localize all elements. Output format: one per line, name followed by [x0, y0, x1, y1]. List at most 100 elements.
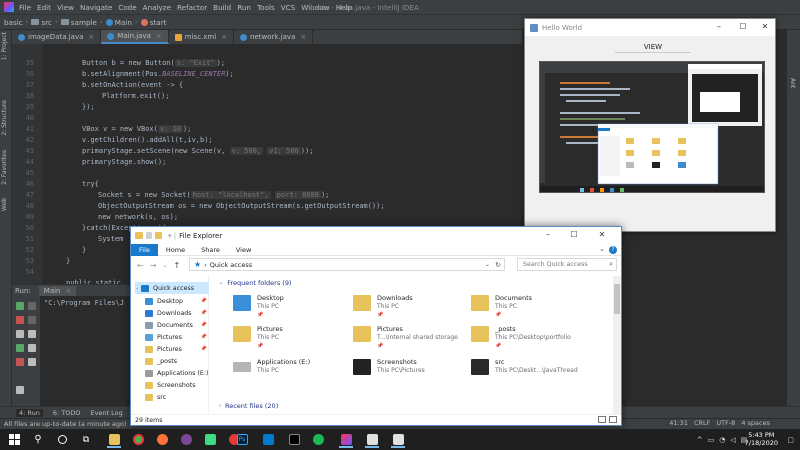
volume-icon[interactable]: ◁: [730, 436, 735, 444]
search-box[interactable]: Search Quick access ⌕: [517, 258, 617, 271]
nav-applications-drive[interactable]: Applications (E:): [135, 367, 209, 379]
menu-edit[interactable]: Edit: [37, 3, 51, 12]
menu-file[interactable]: File: [19, 3, 31, 12]
menu-build[interactable]: Build: [213, 3, 231, 12]
taskbar-terminal[interactable]: [284, 431, 304, 448]
folder-tile-downloads[interactable]: Downloads This PC 📌: [351, 292, 469, 322]
menu-analyze[interactable]: Analyze: [143, 3, 171, 12]
ribbon-expand-icon[interactable]: ⌄: [599, 245, 605, 253]
help-icon[interactable]: ?: [609, 246, 617, 254]
favorites-tool-tab[interactable]: 2: Favorites: [1, 150, 8, 185]
details-view-icon[interactable]: [598, 416, 606, 423]
taskbar-clock[interactable]: 5:43 PM 7/18/2020: [745, 431, 778, 447]
close-icon[interactable]: ×: [156, 32, 162, 40]
stop-icon[interactable]: [16, 316, 24, 324]
tab-main[interactable]: Main.java ×: [101, 30, 169, 44]
task-view-button[interactable]: ⧉: [76, 431, 96, 448]
view-button[interactable]: VIEW: [615, 41, 691, 53]
project-tool-tab[interactable]: 1: Project: [1, 32, 8, 60]
taskbar-java-app-1[interactable]: [362, 431, 382, 448]
tab-imagedata[interactable]: imageData.java ×: [12, 30, 102, 44]
taskbar-java-app-2[interactable]: [388, 431, 408, 448]
structure-tool-tab[interactable]: 2: Structure: [1, 100, 8, 136]
explorer-titlebar[interactable]: ▾ | File Explorer – ☐ ✕: [131, 227, 621, 244]
close-icon[interactable]: ×: [88, 33, 94, 41]
minimize-button[interactable]: –: [709, 22, 729, 31]
taskbar-photoshop[interactable]: Ps: [232, 431, 252, 448]
nav-posts[interactable]: _posts: [135, 355, 209, 367]
cortana-button[interactable]: [52, 431, 72, 448]
menu-vcs[interactable]: VCS: [281, 3, 296, 12]
forward-icon[interactable]: →: [150, 261, 157, 270]
minimize-button[interactable]: –: [537, 230, 559, 239]
close-icon[interactable]: ×: [300, 33, 306, 41]
maximize-button[interactable]: ☐: [733, 22, 753, 31]
ant-tool-tab[interactable]: Ant: [789, 78, 796, 88]
nav-downloads[interactable]: Downloads 📌: [135, 307, 209, 319]
folder-tile-documents[interactable]: Documents This PC 📌: [469, 292, 587, 322]
tab-run[interactable]: 4: Run: [16, 408, 43, 417]
close-icon[interactable]: ×: [221, 33, 227, 41]
up-icon[interactable]: ↑: [173, 261, 180, 270]
indent-setting[interactable]: 4 spaces: [741, 419, 770, 427]
new-folder-icon[interactable]: [155, 232, 162, 239]
breadcrumb-method[interactable]: start: [140, 18, 166, 27]
search-button[interactable]: ⚲: [28, 431, 48, 448]
menu-tools[interactable]: Tools: [257, 3, 275, 12]
ribbon-file[interactable]: File: [131, 243, 158, 256]
folder-tile-desktop[interactable]: Desktop This PC 📌: [231, 292, 349, 322]
close-icon[interactable]: ×: [66, 287, 72, 295]
maximize-button[interactable]: ☐: [563, 230, 585, 239]
close-button[interactable]: ✕: [591, 230, 613, 239]
print-icon[interactable]: [28, 344, 36, 352]
restore-icon[interactable]: [16, 344, 24, 352]
address-bar[interactable]: ★ › Quick access ⌄ ↻: [189, 258, 505, 271]
nav-documents[interactable]: Documents 📌: [135, 319, 209, 331]
ribbon-view[interactable]: View: [228, 244, 259, 256]
folder-tile-applications-drive[interactable]: Applications (E:) This PC: [231, 356, 349, 386]
rerun-icon[interactable]: [16, 302, 24, 310]
tab-network[interactable]: network.java ×: [234, 30, 314, 44]
properties-icon[interactable]: [146, 232, 152, 239]
nav-pictures[interactable]: Pictures 📌: [135, 331, 209, 343]
vertical-scrollbar[interactable]: [613, 276, 621, 414]
recent-files-header[interactable]: › Recent files (20): [219, 402, 278, 410]
folder-tile-pictures-device[interactable]: Pictures T...\Internal shared storage 📌: [351, 323, 469, 353]
folder-tile-screenshots[interactable]: Screenshots This PC\Pictures: [351, 356, 469, 386]
exit-icon[interactable]: [16, 358, 24, 366]
scroll-up-icon[interactable]: [28, 302, 36, 310]
menu-refactor[interactable]: Refactor: [177, 3, 207, 12]
taskbar-firefox[interactable]: [152, 431, 172, 448]
start-button[interactable]: [4, 431, 24, 448]
ribbon-home[interactable]: Home: [158, 244, 193, 256]
menu-view[interactable]: View: [57, 3, 74, 12]
nav-src[interactable]: src: [135, 391, 209, 403]
tab-misc-xml[interactable]: misc.xml ×: [169, 30, 235, 44]
large-icons-view-icon[interactable]: [609, 416, 617, 423]
menu-run[interactable]: Run: [237, 3, 251, 12]
tab-todo[interactable]: 6: TODO: [53, 409, 81, 417]
taskbar-tor[interactable]: [176, 431, 196, 448]
run-tab-main[interactable]: Main ×: [38, 285, 77, 296]
taskbar-file-explorer[interactable]: [104, 431, 124, 448]
taskbar-intellij[interactable]: [336, 431, 356, 448]
scroll-thumb[interactable]: [614, 284, 620, 314]
breadcrumb-project[interactable]: basic: [4, 18, 23, 27]
taskbar-vscode[interactable]: [258, 431, 278, 448]
nav-pictures-device[interactable]: Pictures 📌: [135, 343, 209, 355]
refresh-icon[interactable]: ↻: [495, 261, 501, 269]
menu-navigate[interactable]: Navigate: [80, 3, 112, 12]
taskbar-spotify[interactable]: [308, 431, 328, 448]
close-button[interactable]: ✕: [755, 22, 775, 31]
frequent-folders-header[interactable]: ⌄ Frequent folders (9): [219, 279, 292, 287]
caret-position[interactable]: 41:31: [669, 419, 688, 427]
show-hidden-icons-icon[interactable]: ^: [697, 436, 703, 444]
folder-tile-pictures[interactable]: Pictures This PC 📌: [231, 323, 349, 353]
nav-desktop[interactable]: Desktop 📌: [135, 295, 209, 307]
back-icon[interactable]: ←: [137, 261, 144, 270]
web-tool-tab[interactable]: Web: [1, 198, 8, 211]
pin-icon[interactable]: [16, 386, 24, 394]
line-separator[interactable]: CRLF: [694, 419, 710, 427]
notification-icon[interactable]: ▢: [787, 436, 794, 444]
file-encoding[interactable]: UTF-8: [716, 419, 735, 427]
